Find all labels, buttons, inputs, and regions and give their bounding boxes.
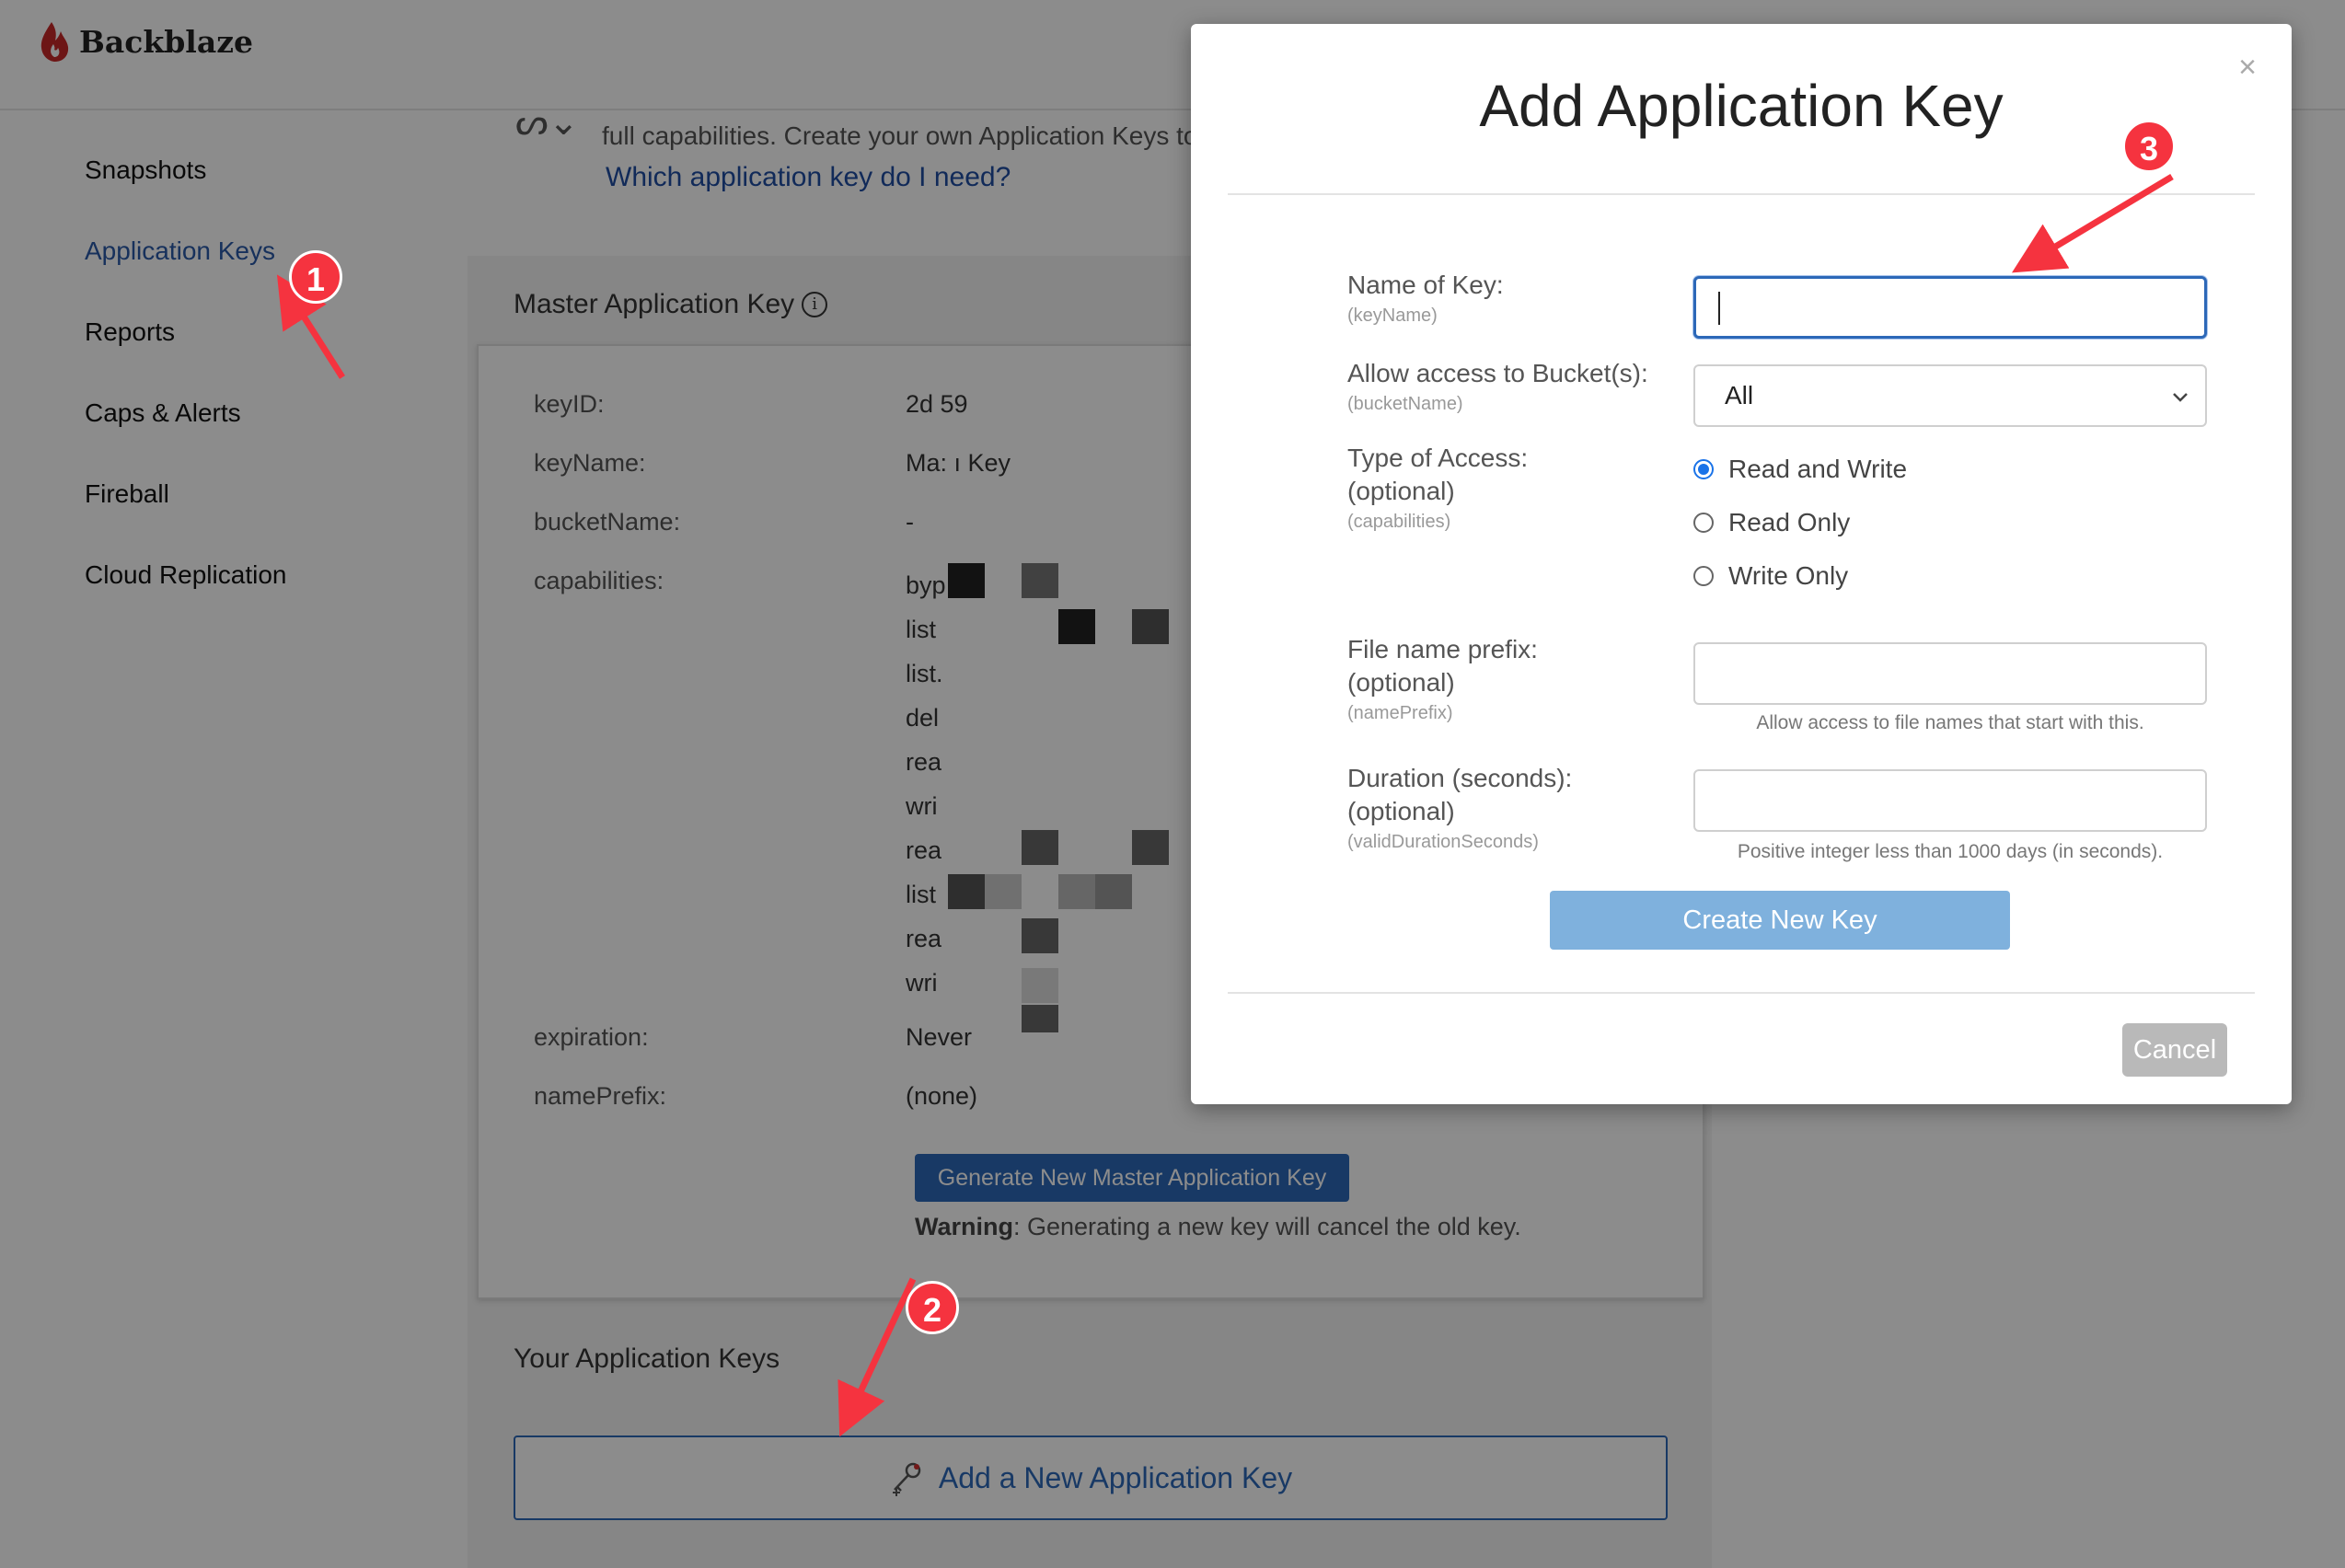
create-new-key-button[interactable]: Create New Key [1550,891,2010,950]
bucketname-hint: (bucketName) [1347,394,1463,414]
modal-divider-top [1228,193,2255,195]
name-of-key-label: Name of Key: [1347,271,1504,299]
annotation-badge-3: 3 [2122,120,2176,173]
chevron-down-icon [2173,393,2188,402]
radio-read-write-circle[interactable] [1693,459,1714,479]
type-of-access-optional: (optional) [1347,477,1455,505]
duration-label: Duration (seconds): [1347,764,1573,792]
annotation-badge-2: 2 [906,1281,959,1334]
duration-optional: (optional) [1347,797,1455,825]
radio-read-only-circle[interactable] [1693,513,1714,533]
duration-help: Positive integer less than 1000 days (in… [1737,841,2164,862]
duration-input[interactable] [1693,769,2207,832]
key-name-input[interactable] [1693,276,2207,339]
file-prefix-optional: (optional) [1347,668,1455,697]
radio-read-only-label: Read Only [1728,508,1851,536]
radio-read-only[interactable]: Read Only [1693,508,1850,537]
capabilities-hint: (capabilities) [1347,512,1451,532]
bucket-access-label: Allow access to Bucket(s): [1347,359,1648,387]
file-prefix-help: Allow access to file names that start wi… [1756,712,2144,733]
file-prefix-input[interactable] [1693,642,2207,705]
text-caret [1718,292,1720,325]
bucket-select-value: All [1725,381,1754,409]
keyname-hint: (keyName) [1347,306,1438,326]
nameprefix-hint: (namePrefix) [1347,703,1453,723]
radio-read-write-label: Read and Write [1728,455,1908,483]
radio-read-write[interactable]: Read and Write [1693,455,1907,484]
modal-divider-bottom [1228,992,2255,994]
type-of-access-label: Type of Access: [1347,444,1529,472]
radio-write-only-label: Write Only [1728,561,1849,590]
file-prefix-label: File name prefix: [1347,635,1538,663]
bucket-select[interactable]: All [1693,364,2207,427]
annotation-badge-1: 1 [289,250,342,304]
radio-write-only[interactable]: Write Only [1693,561,1848,591]
duration-hint: (validDurationSeconds) [1347,832,1539,852]
add-key-modal: × Add Application Key Name of Key: (keyN… [1191,24,2292,1104]
cancel-button[interactable]: Cancel [2122,1023,2227,1077]
radio-write-only-circle[interactable] [1693,566,1714,586]
